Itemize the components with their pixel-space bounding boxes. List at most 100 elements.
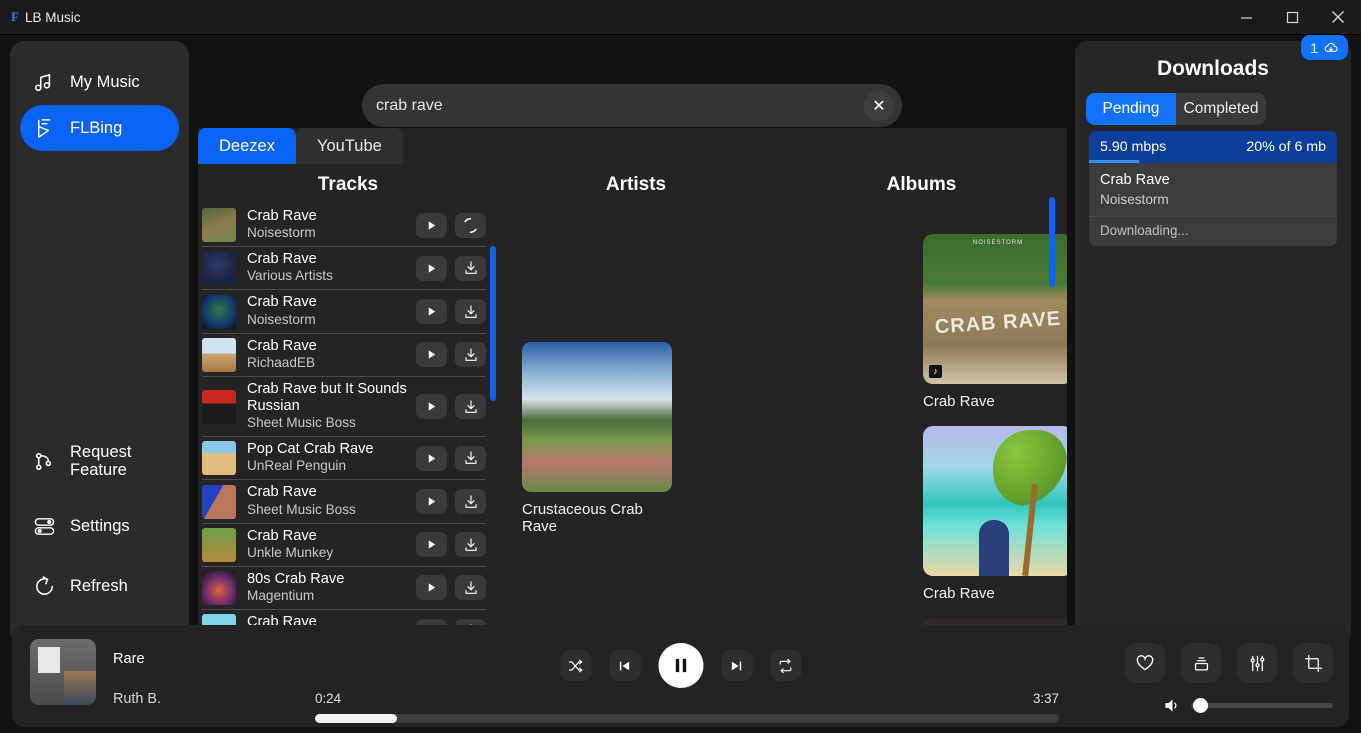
track-play-button[interactable] bbox=[416, 255, 447, 281]
downloads-count-badge[interactable]: 1 bbox=[1301, 35, 1348, 60]
track-title: Crab Rave bbox=[247, 208, 317, 224]
now-playing-title: Rare bbox=[113, 651, 145, 667]
track-play-button[interactable] bbox=[416, 532, 447, 558]
music-note-icon bbox=[32, 70, 56, 94]
artwork-photo-decor bbox=[64, 671, 96, 705]
track-play-button[interactable] bbox=[416, 212, 447, 238]
track-download-button[interactable] bbox=[455, 532, 486, 558]
track-row[interactable]: Crab Rave Noisestorm bbox=[202, 290, 486, 334]
download-item[interactable]: 5.90 mbps 20% of 6 mb Crab Rave Noisesto… bbox=[1089, 131, 1337, 246]
close-button[interactable] bbox=[1315, 0, 1361, 35]
queue-button[interactable] bbox=[1181, 643, 1221, 683]
play-icon bbox=[428, 402, 436, 411]
track-row[interactable]: Crab Rave Various Artists bbox=[202, 247, 486, 291]
track-download-button[interactable] bbox=[455, 299, 486, 324]
track-row[interactable]: Pop Cat Crab Rave UnReal Penguin bbox=[202, 437, 486, 481]
tab-youtube[interactable]: YouTube bbox=[295, 128, 403, 164]
album-card[interactable]: Crab Rave bbox=[923, 426, 1067, 602]
sidebar-item-label: Request Feature bbox=[70, 443, 131, 480]
tab-deezex[interactable]: Deezex bbox=[198, 128, 296, 164]
track-artist: Sheet Music Boss bbox=[247, 501, 356, 517]
track-download-button[interactable] bbox=[455, 489, 486, 515]
sidebar-item-request-feature[interactable]: Request Feature bbox=[20, 433, 179, 489]
download-progress-bar bbox=[1089, 160, 1139, 163]
volume-knob[interactable] bbox=[1193, 698, 1208, 713]
sidebar-item-label: FLBing bbox=[70, 118, 123, 137]
track-download-button[interactable] bbox=[455, 575, 486, 601]
track-row[interactable]: Crab Rave Sheet Music Boss bbox=[202, 480, 486, 524]
album-cover-figure-decor bbox=[979, 520, 1009, 576]
sidebar-item-refresh[interactable]: Refresh bbox=[20, 563, 179, 609]
minimize-button[interactable] bbox=[1223, 0, 1269, 35]
track-artwork bbox=[202, 389, 236, 424]
track-title: Crab Rave bbox=[247, 294, 317, 311]
tracks-list[interactable]: Crab Rave Noisestorm Crab Rave Various A… bbox=[202, 204, 486, 645]
track-download-button[interactable] bbox=[455, 445, 486, 471]
album-card[interactable]: NOISESTORM CRAB RAVE ♪ Crab Rave bbox=[923, 234, 1067, 410]
favorite-button[interactable] bbox=[1125, 643, 1165, 683]
track-row[interactable]: Crab Rave Unkle Munkey bbox=[202, 524, 486, 567]
play-icon bbox=[428, 220, 436, 230]
seek-fill bbox=[315, 714, 397, 723]
volume-slider[interactable] bbox=[1191, 698, 1333, 713]
sidebar-item-label: Refresh bbox=[70, 576, 128, 595]
albums-heading: Albums bbox=[886, 174, 957, 195]
previous-button[interactable] bbox=[609, 650, 640, 681]
track-row[interactable]: Crab Rave RichaadEB bbox=[202, 334, 486, 377]
albums-scrollbar-thumb[interactable] bbox=[1049, 197, 1055, 287]
sidebar-item-label-line2: Feature bbox=[70, 461, 127, 479]
track-row[interactable]: Crab Rave Noisestorm bbox=[202, 204, 486, 248]
track-download-button[interactable] bbox=[455, 342, 486, 368]
track-download-button[interactable] bbox=[455, 394, 486, 420]
track-artwork bbox=[202, 337, 236, 372]
tracks-column: Tracks Crab Rave Noisestorm Crab Rave Va… bbox=[200, 164, 496, 645]
track-play-button[interactable] bbox=[416, 575, 447, 601]
albums-list[interactable]: NOISESTORM CRAB RAVE ♪ Crab Rave Crab Ra… bbox=[776, 204, 1067, 645]
sidebar-bottom-group: Request Feature Settings Refresh bbox=[10, 433, 189, 645]
download-icon bbox=[464, 451, 477, 465]
track-artist: UnReal Penguin bbox=[247, 458, 346, 474]
track-row[interactable]: 80s Crab Rave Magentium bbox=[202, 567, 486, 611]
track-play-button[interactable] bbox=[416, 342, 447, 368]
crop-icon bbox=[1304, 654, 1322, 672]
crop-button[interactable] bbox=[1293, 643, 1333, 683]
artist-card[interactable]: Crustaceous Crab Rave bbox=[522, 342, 672, 535]
volume-control[interactable] bbox=[1163, 696, 1333, 715]
now-playing[interactable]: Rare Ruth B. bbox=[30, 639, 161, 707]
maximize-button[interactable] bbox=[1269, 0, 1315, 35]
track-artist: Various Artists bbox=[247, 268, 333, 284]
next-button[interactable] bbox=[721, 650, 752, 681]
play-icon bbox=[428, 497, 436, 506]
repeat-icon bbox=[779, 658, 792, 673]
tab-completed[interactable]: Completed bbox=[1176, 93, 1266, 125]
tab-pending[interactable]: Pending bbox=[1086, 93, 1176, 125]
equalizer-button[interactable] bbox=[1237, 643, 1277, 683]
track-play-button[interactable] bbox=[416, 489, 447, 515]
seek-slider[interactable] bbox=[315, 714, 1059, 723]
clear-search-button[interactable]: ✕ bbox=[864, 90, 894, 121]
sidebar-item-settings[interactable]: Settings bbox=[20, 503, 179, 549]
shuffle-button[interactable] bbox=[560, 650, 591, 681]
repeat-button[interactable] bbox=[770, 650, 801, 681]
sidebar-item-my-music[interactable]: My Music bbox=[20, 59, 179, 105]
album-artwork bbox=[923, 426, 1067, 576]
search-box[interactable]: ✕ bbox=[362, 84, 902, 127]
track-artist: Noisestorm bbox=[247, 311, 316, 327]
artists-heading: Artists bbox=[605, 174, 667, 195]
play-pause-button[interactable] bbox=[658, 643, 703, 688]
search-input[interactable] bbox=[376, 96, 864, 115]
artist-artwork bbox=[522, 342, 672, 492]
track-row[interactable]: Crab Rave but It Sounds Russian Sheet Mu… bbox=[202, 377, 486, 438]
track-play-button[interactable] bbox=[416, 394, 447, 420]
track-download-button[interactable] bbox=[455, 255, 486, 281]
track-play-button[interactable] bbox=[416, 299, 447, 324]
sidebar: My Music FLBing Request Feature Settings… bbox=[10, 41, 189, 645]
downloads-panel: 1 Downloads Pending Completed 5.90 mbps … bbox=[1075, 35, 1351, 645]
track-play-button[interactable] bbox=[416, 445, 447, 471]
now-playing-artwork bbox=[30, 639, 96, 705]
track-loading-spinner bbox=[455, 212, 486, 238]
download-status: Downloading... bbox=[1089, 216, 1337, 246]
sidebar-item-flbing[interactable]: FLBing bbox=[20, 105, 179, 151]
download-icon bbox=[464, 261, 477, 275]
sidebar-item-label-line1: Request bbox=[70, 442, 132, 461]
